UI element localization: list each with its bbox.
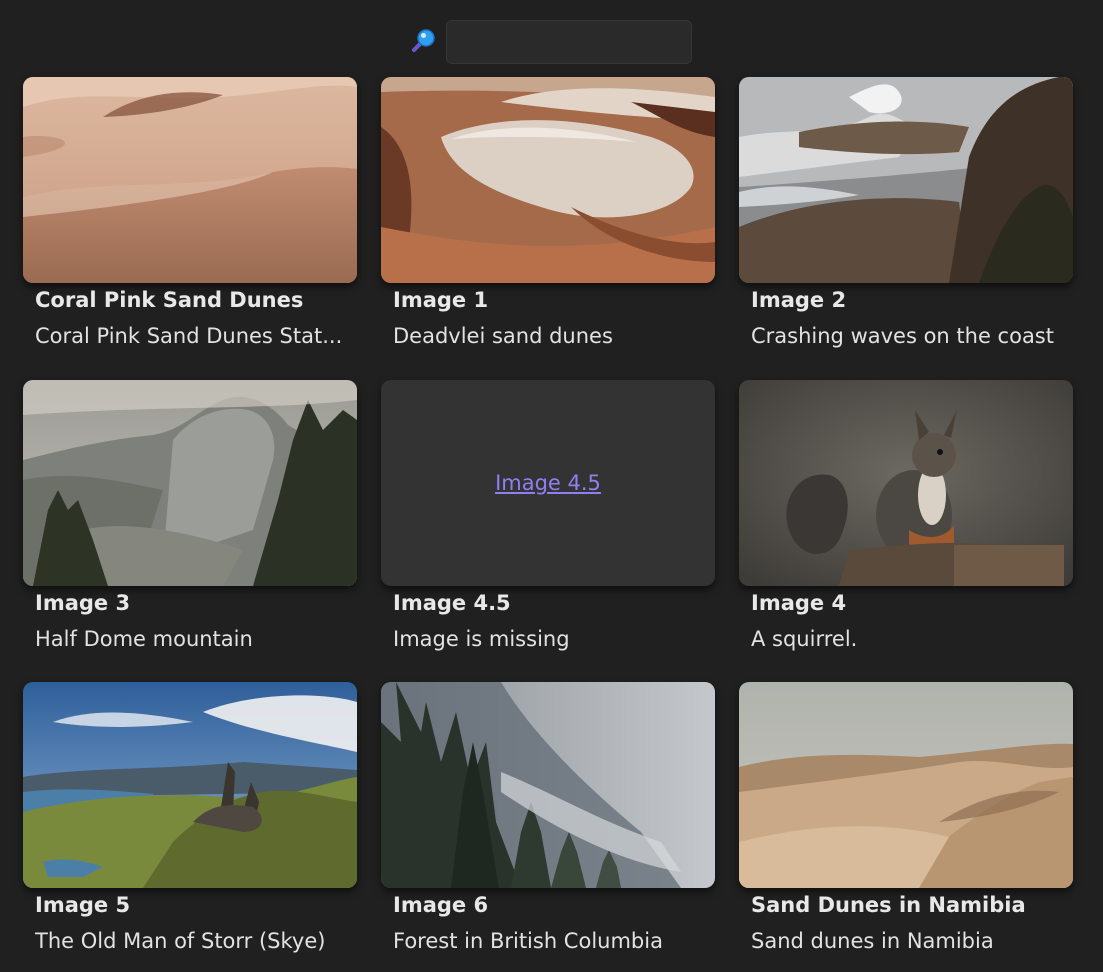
card-description: Half Dome mountain bbox=[35, 627, 253, 651]
card-description: Coral Pink Sand Dunes Stat... bbox=[35, 324, 343, 348]
card-title: Image 4.5 bbox=[393, 591, 511, 615]
gallery-image-coast-waves[interactable] bbox=[739, 77, 1073, 283]
gallery-card[interactable]: Image 4.5 Image 4.5 Image is missing bbox=[381, 380, 715, 670]
gallery-card[interactable]: Image 4 A squirrel. bbox=[739, 380, 1073, 670]
card-description: Crashing waves on the coast bbox=[751, 324, 1054, 348]
gallery-image-deadvlei-dunes[interactable] bbox=[381, 77, 715, 283]
gallery-image-namibia-dunes[interactable] bbox=[739, 682, 1073, 888]
card-title: Coral Pink Sand Dunes bbox=[35, 288, 304, 312]
card-title: Image 3 bbox=[35, 591, 131, 615]
card-title: Image 5 bbox=[35, 893, 131, 917]
gallery-image-old-man-of-storr[interactable] bbox=[23, 682, 357, 888]
card-description: The Old Man of Storr (Skye) bbox=[35, 929, 326, 953]
gallery-card[interactable]: Image 5 The Old Man of Storr (Skye) bbox=[23, 682, 357, 972]
gallery-card[interactable]: Coral Pink Sand Dunes Coral Pink Sand Du… bbox=[23, 77, 357, 367]
gallery-card[interactable]: Sand Dunes in Namibia Sand dunes in Nami… bbox=[739, 682, 1073, 972]
gallery-card[interactable]: Image 2 Crashing waves on the coast bbox=[739, 77, 1073, 367]
gallery-image-misty-forest[interactable] bbox=[381, 682, 715, 888]
search-input[interactable] bbox=[446, 20, 692, 64]
gallery-card[interactable]: Image 1 Deadvlei sand dunes bbox=[381, 77, 715, 367]
gallery-page: Coral Pink Sand Dunes Coral Pink Sand Du… bbox=[0, 0, 1103, 972]
card-title: Image 2 bbox=[751, 288, 847, 312]
search-bar bbox=[0, 20, 1103, 65]
magnifier-icon bbox=[409, 27, 437, 55]
card-title: Sand Dunes in Namibia bbox=[751, 893, 1026, 917]
gallery-card[interactable]: Image 3 Half Dome mountain bbox=[23, 380, 357, 670]
card-description: Deadvlei sand dunes bbox=[393, 324, 613, 348]
card-description: A squirrel. bbox=[751, 627, 858, 651]
gallery-image-half-dome[interactable] bbox=[23, 380, 357, 586]
card-title: Image 1 bbox=[393, 288, 489, 312]
card-description: Sand dunes in Namibia bbox=[751, 929, 994, 953]
gallery-image-squirrel[interactable] bbox=[739, 380, 1073, 586]
missing-image-placeholder: Image 4.5 bbox=[381, 380, 715, 586]
gallery-card[interactable]: Image 6 Forest in British Columbia bbox=[381, 682, 715, 972]
missing-image-link[interactable]: Image 4.5 bbox=[495, 471, 601, 495]
card-description: Image is missing bbox=[393, 627, 570, 651]
card-title: Image 4 bbox=[751, 591, 847, 615]
card-title: Image 6 bbox=[393, 893, 489, 917]
card-description: Forest in British Columbia bbox=[393, 929, 663, 953]
gallery-image-pink-sand-dunes[interactable] bbox=[23, 77, 357, 283]
